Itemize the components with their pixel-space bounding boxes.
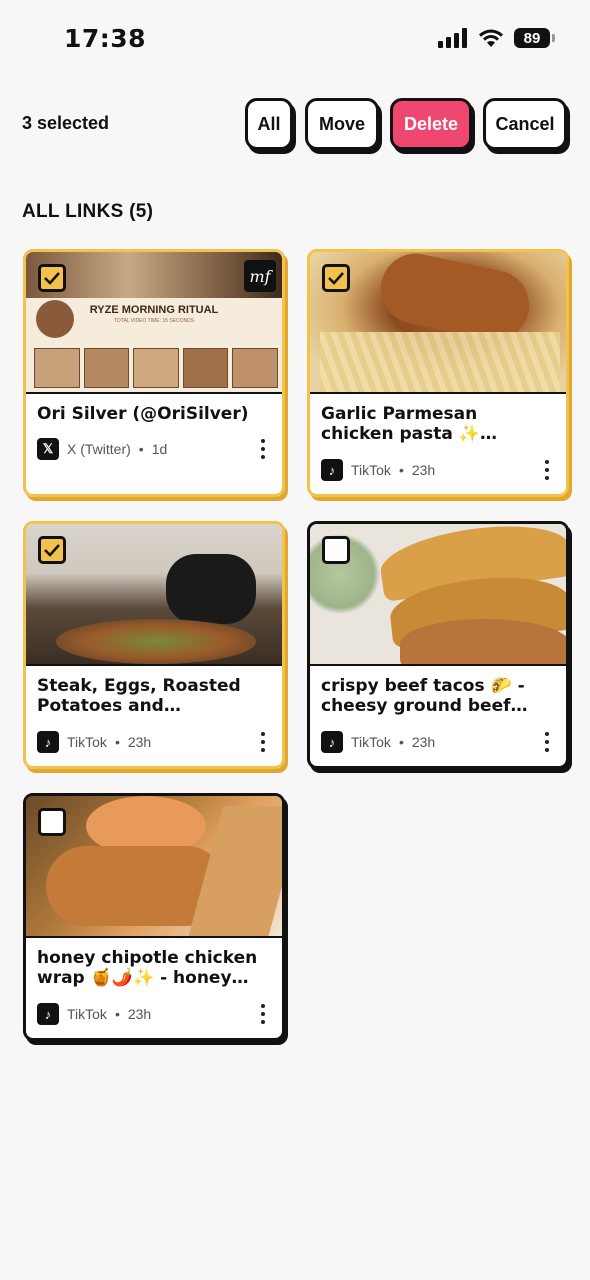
tiktok-icon: ♪ — [37, 1003, 59, 1025]
card-meta: ♪ TikTok • 23h — [37, 1003, 151, 1025]
card-meta: ♪ TikTok • 23h — [37, 731, 151, 753]
tiktok-icon: ♪ — [37, 731, 59, 753]
move-button[interactable]: Move — [305, 98, 379, 150]
link-card[interactable]: crispy beef tacos 🌮 - cheesy ground beef… — [307, 521, 569, 769]
status-bar: 17:38 89 — [0, 0, 590, 80]
more-options-icon[interactable] — [544, 732, 550, 752]
selection-toolbar: 3 selected All Move Delete Cancel — [0, 96, 590, 152]
card-meta: ♪ TikTok • 23h — [321, 459, 435, 481]
delete-button[interactable]: Delete — [390, 98, 472, 150]
select-checkbox[interactable] — [322, 264, 350, 292]
meta-separator: • — [114, 734, 120, 750]
source-name: TikTok — [67, 734, 107, 750]
tiktok-icon: ♪ — [321, 459, 343, 481]
selected-count: 3 selected — [22, 113, 110, 133]
card-title: Garlic Parmesan chicken pasta ✨ Ingredie… — [321, 404, 480, 444]
wifi-icon — [479, 29, 503, 47]
checkmark-icon — [328, 272, 344, 285]
link-card[interactable]: Garlic Parmesan chicken pasta ✨ Ingredie… — [307, 249, 569, 497]
checkmark-icon — [44, 544, 60, 557]
source-name: TikTok — [351, 462, 391, 478]
post-age: 23h — [411, 462, 436, 478]
post-age: 1d — [151, 441, 168, 457]
source-name: TikTok — [351, 734, 391, 750]
select-checkbox[interactable] — [38, 808, 66, 836]
meta-separator: • — [114, 1006, 120, 1022]
card-meta: ♪ TikTok • 23h — [321, 731, 435, 753]
card-title: honey chipotle chicken wrap 🍯🌶️✨ - honey… — [37, 948, 258, 988]
post-age: 23h — [127, 1006, 152, 1022]
select-all-button[interactable]: All — [245, 98, 293, 150]
section-title: ALL LINKS (5) — [22, 201, 154, 222]
meta-separator: • — [138, 441, 144, 457]
more-options-icon[interactable] — [544, 460, 550, 480]
link-card[interactable]: Steak, Eggs, Roasted Potatoes and Chimic… — [23, 521, 285, 769]
card-title: Steak, Eggs, Roasted Potatoes and Chimic… — [37, 676, 241, 716]
select-checkbox[interactable] — [38, 536, 66, 564]
meta-separator: • — [398, 734, 404, 750]
signal-icon — [438, 28, 467, 48]
card-title: Ori Silver (@OriSilver) — [37, 404, 249, 424]
select-checkbox[interactable] — [38, 264, 66, 292]
source-badge: mf — [244, 260, 276, 292]
post-age: 23h — [411, 734, 436, 750]
status-time: 17:38 — [64, 24, 147, 53]
cancel-button[interactable]: Cancel — [483, 98, 567, 150]
more-options-icon[interactable] — [260, 732, 266, 752]
link-card[interactable]: RYZE MORNING RITUAL TOTAL VIDEO TIME: 15… — [23, 249, 285, 497]
checkmark-icon — [44, 272, 60, 285]
more-options-icon[interactable] — [260, 439, 266, 459]
status-icons: 89 — [438, 28, 555, 48]
meta-separator: • — [398, 462, 404, 478]
card-meta: 𝕏 X (Twitter) • 1d — [37, 438, 167, 460]
battery-indicator: 89 — [514, 28, 555, 48]
tiktok-icon: ♪ — [321, 731, 343, 753]
card-title: crispy beef tacos 🌮 - cheesy ground beef… — [321, 676, 525, 716]
link-card[interactable]: honey chipotle chicken wrap 🍯🌶️✨ - honey… — [23, 793, 285, 1041]
source-name: X (Twitter) — [67, 441, 131, 457]
source-name: TikTok — [67, 1006, 107, 1022]
select-checkbox[interactable] — [322, 536, 350, 564]
more-options-icon[interactable] — [260, 1004, 266, 1024]
post-age: 23h — [127, 734, 152, 750]
x-twitter-icon: 𝕏 — [37, 438, 59, 460]
